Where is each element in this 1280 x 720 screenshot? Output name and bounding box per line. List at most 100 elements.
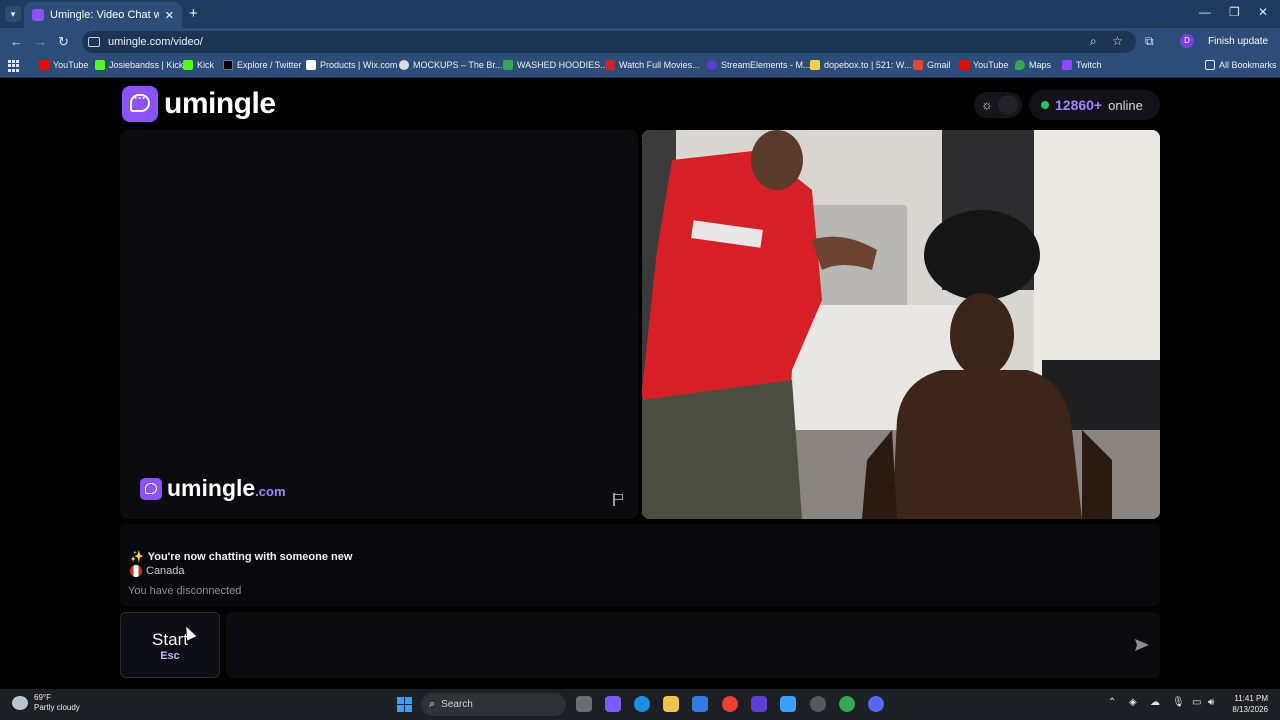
country-text: Canada (146, 565, 185, 577)
bookmark-item[interactable]: YouTube (959, 60, 1008, 70)
browser-tab-active[interactable]: Umingle: Video Chat with Strangers ✕ (24, 2, 182, 28)
bookmark-item[interactable]: WASHED HOODIES... (503, 60, 608, 70)
video-watermark: umingle.com (140, 475, 286, 502)
camera-feed-image (642, 130, 1160, 519)
tray-overflow-icon[interactable]: ⌃ (1108, 697, 1116, 708)
extensions-icon[interactable]: ⧉ (1145, 34, 1154, 49)
address-bar-row: ← → ↻ umingle.com/video/ ⌕ ☆ ⧉ D Finish … (0, 28, 1280, 67)
watermark-domain: .com (255, 484, 286, 499)
bookmark-label: Twitch (1076, 60, 1102, 70)
bookmark-item[interactable]: StreamElements - M... (707, 60, 811, 70)
bookmark-label: Josiebandss | Kick (109, 60, 184, 70)
bookmark-item[interactable]: Watch Full Movies... (605, 60, 700, 70)
clock-date: 8/13/2026 (1232, 705, 1268, 714)
display-icon[interactable]: ▭ (1192, 697, 1201, 708)
chat-bubble-logo-icon (122, 86, 158, 122)
app-grid-icon[interactable] (751, 696, 767, 712)
windows-start-icon[interactable] (397, 697, 412, 712)
chat-bubble-logo-icon (140, 477, 162, 500)
bookmark-item[interactable]: Products | Wix.com (306, 60, 397, 70)
watermark-brand: umingle (167, 475, 256, 501)
bookmark-item[interactable]: Maps (1015, 60, 1051, 70)
bookmark-star-icon[interactable]: ☆ (1112, 34, 1123, 48)
volume-icon[interactable]: 🔊︎ (1208, 697, 1214, 708)
bookmark-item[interactable]: Explore / Twitter (223, 60, 301, 70)
stranger-video: umingle.com (120, 130, 638, 519)
weather-text: 69°F Partly cloudy (34, 693, 80, 713)
store-icon[interactable] (692, 696, 708, 712)
all-bookmarks-button[interactable]: All Bookmarks (1205, 60, 1277, 70)
all-bookmarks-label: All Bookmarks (1219, 60, 1277, 70)
kick-icon (183, 60, 193, 70)
minimize-icon[interactable]: — (1199, 5, 1211, 19)
taskbar-search[interactable]: ⌕ Search (421, 693, 566, 716)
theme-toggle[interactable]: ☼ (974, 92, 1022, 118)
weather-condition: Partly cloudy (34, 703, 80, 712)
discord-icon[interactable] (868, 696, 884, 712)
twitch-icon (1062, 60, 1072, 70)
copilot-icon[interactable] (605, 696, 621, 712)
online-counter: 12860+ online (1029, 90, 1160, 120)
system-message: ✨ You're now chatting with someone new (130, 550, 352, 564)
address-bar[interactable]: umingle.com/video/ (82, 31, 1136, 53)
clock-time: 11:41 PM (1234, 694, 1268, 703)
finish-update-button[interactable]: Finish update ⋮ (1202, 32, 1280, 67)
disconnected-message: You have disconnected (128, 585, 242, 597)
onedrive-icon[interactable]: ☁ (1150, 697, 1160, 708)
bookmark-label: Explore / Twitter (237, 60, 302, 70)
start-button[interactable]: Start Esc (120, 612, 220, 678)
tray-app-icon[interactable]: ◈ (1129, 697, 1137, 708)
online-label: online (1108, 97, 1143, 113)
watermark-text: umingle.com (167, 475, 286, 502)
weather-widget[interactable]: 69°F Partly cloudy (12, 693, 80, 713)
tab-title: Umingle: Video Chat with Strangers (50, 9, 159, 21)
tab-close-icon[interactable]: ✕ (165, 9, 174, 22)
sun-icon: ☼ (981, 97, 993, 112)
zoom-icon[interactable]: ⌕ (1090, 34, 1097, 49)
youtube-icon (959, 60, 969, 70)
task-view-icon[interactable] (576, 696, 592, 712)
site-logo[interactable]: umingle (122, 86, 276, 122)
bookmark-item[interactable]: Twitch (1062, 60, 1102, 70)
bookmark-item[interactable]: Gmail (913, 60, 951, 70)
window-close-icon[interactable]: ✕ (1258, 5, 1268, 19)
profile-avatar[interactable]: D (1180, 34, 1194, 48)
bookmark-item[interactable]: MOCKUPS – The Br... (399, 60, 502, 70)
system-clock[interactable]: 11:41 PM 8/13/2026 (1224, 693, 1268, 715)
umingle-page: umingle ☼ 12860+ online umingle.com (0, 79, 1280, 689)
chrome-icon[interactable] (722, 696, 738, 712)
drive-icon (503, 60, 513, 70)
chrome-profile-icon[interactable] (839, 696, 855, 712)
forward-icon[interactable]: → (34, 34, 47, 49)
reload-icon[interactable]: ↻ (58, 34, 69, 50)
settings-icon[interactable] (810, 696, 826, 712)
search-icon: ⌕ (429, 698, 436, 710)
file-explorer-icon[interactable] (663, 696, 679, 712)
apps-grid-icon[interactable] (8, 60, 20, 72)
bookmark-label: Products | Wix.com (320, 60, 398, 70)
message-input[interactable] (226, 612, 1160, 678)
gmail-icon (913, 60, 923, 70)
bookmark-item[interactable]: dopebox.to | 521: W... (810, 60, 911, 70)
edge-icon[interactable] (634, 696, 650, 712)
bookmark-item[interactable]: YouTube (39, 60, 88, 70)
windows-taskbar: 69°F Partly cloudy ⌕ Search ⌃ ◈ ☁ 🎙︎ ▭ 🔊︎… (0, 689, 1280, 720)
stranger-country: Canada (130, 565, 185, 577)
browser-tab-bar: ▾ Umingle: Video Chat with Strangers ✕ +… (0, 0, 1280, 28)
bookmark-label: Gmail (927, 60, 951, 70)
bookmark-item[interactable]: Josiebandss | Kick (95, 60, 183, 70)
sparkles-icon: ✨ (130, 551, 144, 563)
tab-search-button[interactable]: ▾ (5, 6, 21, 22)
microphone-icon[interactable]: 🎙︎ (1172, 697, 1185, 708)
bookmark-label: dopebox.to | 521: W... (824, 60, 912, 70)
back-icon[interactable]: ← (10, 34, 23, 49)
report-flag-icon[interactable] (611, 493, 625, 507)
photos-icon[interactable] (780, 696, 796, 712)
partly-cloudy-icon (12, 696, 28, 710)
send-icon[interactable] (1134, 637, 1150, 653)
bookmark-item[interactable]: Kick (183, 60, 214, 70)
new-tab-button[interactable]: + (189, 5, 198, 22)
restore-icon[interactable]: ❐ (1229, 5, 1240, 19)
site-info-icon[interactable] (88, 37, 100, 47)
bookmark-label: YouTube (973, 60, 1009, 70)
